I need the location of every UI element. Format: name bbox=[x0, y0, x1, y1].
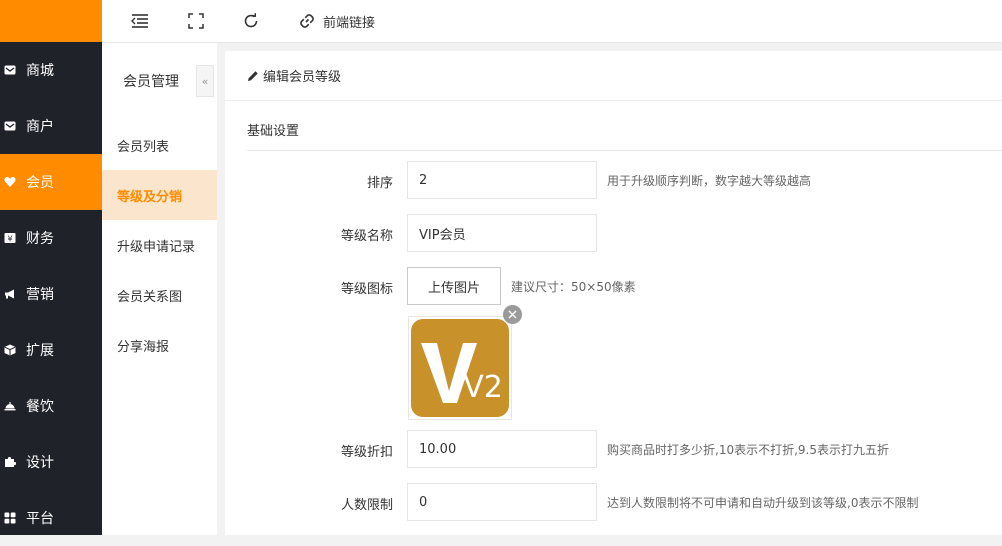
frontend-link-label: 前端链接 bbox=[323, 15, 376, 31]
refresh-icon bbox=[244, 13, 258, 28]
close-icon bbox=[508, 310, 517, 319]
v2-badge-text: V2 bbox=[463, 370, 503, 405]
sub-item-upgrade-records[interactable]: 升级申请记录 bbox=[102, 220, 217, 270]
panel-header: 编辑会员等级 bbox=[225, 51, 1002, 101]
menu-fold-button[interactable] bbox=[131, 0, 149, 42]
discount-tip: 购买商品时打多少折,10表示不打折,9.5表示打九五折 bbox=[607, 443, 889, 457]
level-name-label: 等级名称 bbox=[340, 229, 393, 244]
menu-fold-icon bbox=[131, 14, 148, 28]
v2-badge-image: V2 bbox=[411, 319, 509, 417]
nav-item-member[interactable]: 会员 bbox=[0, 154, 102, 210]
sub-item-label: 等级及分销 bbox=[117, 189, 183, 205]
nav-label: 餐饮 bbox=[26, 399, 54, 415]
sort-input[interactable]: 2 bbox=[407, 161, 597, 199]
cube-icon bbox=[4, 344, 16, 356]
sub-sidebar-header: 会员管理 « bbox=[102, 43, 217, 119]
nav-label: 商城 bbox=[26, 63, 54, 79]
envelope-icon bbox=[4, 120, 16, 132]
grid-icon bbox=[4, 512, 16, 524]
nav-label: 会员 bbox=[26, 175, 54, 191]
nav-item-merchant[interactable]: 商户 bbox=[0, 98, 102, 154]
level-name-value: VIP会员 bbox=[419, 227, 466, 243]
sub-item-label: 会员列表 bbox=[117, 139, 170, 155]
nav-label: 商户 bbox=[26, 119, 54, 135]
logo-area bbox=[0, 0, 102, 42]
sub-item-label: 会员关系图 bbox=[117, 289, 183, 305]
nav-label: 扩展 bbox=[26, 343, 54, 359]
nav-item-marketing[interactable]: 营销 bbox=[0, 266, 102, 322]
discount-label: 等级折扣 bbox=[340, 445, 393, 460]
level-icon-preview: V2 bbox=[408, 316, 512, 420]
envelope-icon bbox=[4, 64, 16, 76]
link-icon bbox=[300, 14, 314, 28]
refresh-button[interactable] bbox=[243, 0, 259, 42]
nav-item-mall[interactable]: 商城 bbox=[0, 42, 102, 98]
level-icon-tip: 建议尺寸：50×50像素 bbox=[511, 280, 636, 294]
discount-value: 10.00 bbox=[419, 441, 457, 457]
megaphone-icon bbox=[4, 288, 16, 300]
upload-image-button[interactable]: 上传图片 bbox=[407, 267, 501, 305]
sub-item-label: 升级申请记录 bbox=[117, 239, 196, 255]
double-chevron-left-icon: « bbox=[201, 74, 209, 88]
svg-text:¥: ¥ bbox=[7, 235, 12, 244]
nav-label: 营销 bbox=[26, 287, 54, 303]
puzzle-icon bbox=[4, 456, 16, 468]
nav-item-extension[interactable]: 扩展 bbox=[0, 322, 102, 378]
pencil-icon bbox=[247, 70, 259, 82]
edit-level-panel: 编辑会员等级 基础设置 排序 2 用于升级顺序判断，数字越大等级越高 等级名称 … bbox=[225, 51, 1002, 535]
nav-item-finance[interactable]: ¥ 财务 bbox=[0, 210, 102, 266]
nav-label: 平台 bbox=[26, 511, 54, 527]
member-limit-value: 0 bbox=[419, 494, 428, 510]
collapse-sidebar-button[interactable]: « bbox=[196, 65, 214, 97]
sub-item-member-list[interactable]: 会员列表 bbox=[102, 120, 217, 170]
sub-sidebar: 会员管理 « 会员列表 等级及分销 升级申请记录 会员关系图 分享海报 bbox=[102, 43, 217, 535]
level-icon-label: 等级图标 bbox=[340, 282, 393, 297]
section-title-label: 基础设置 bbox=[247, 124, 300, 139]
dish-icon bbox=[4, 400, 16, 412]
sort-value: 2 bbox=[419, 172, 428, 188]
upload-image-label: 上传图片 bbox=[427, 280, 480, 296]
nav-label: 财务 bbox=[26, 231, 54, 247]
sub-sidebar-title: 会员管理 bbox=[123, 74, 179, 90]
money-icon: ¥ bbox=[4, 232, 16, 244]
main-sidebar: 商城 商户 会员 ¥ 财务 营销 扩展 餐饮 设计 平台 bbox=[0, 42, 102, 535]
section-title: 基础设置 bbox=[247, 109, 1002, 151]
frontend-link-button[interactable]: 前端链接 bbox=[299, 0, 375, 42]
level-name-input[interactable]: VIP会员 bbox=[407, 214, 597, 252]
sub-item-label: 分享海报 bbox=[117, 339, 170, 355]
panel-title: 编辑会员等级 bbox=[263, 70, 342, 85]
nav-item-catering[interactable]: 餐饮 bbox=[0, 378, 102, 434]
fullscreen-button[interactable] bbox=[188, 0, 204, 42]
discount-input[interactable]: 10.00 bbox=[407, 430, 597, 468]
sub-item-level-distribution[interactable]: 等级及分销 bbox=[102, 170, 217, 220]
member-limit-label: 人数限制 bbox=[340, 498, 393, 513]
sort-label: 排序 bbox=[366, 176, 393, 191]
sub-item-share-poster[interactable]: 分享海报 bbox=[102, 320, 217, 370]
nav-label: 设计 bbox=[26, 455, 54, 471]
nav-item-design[interactable]: 设计 bbox=[0, 434, 102, 490]
sub-item-relationship-graph[interactable]: 会员关系图 bbox=[102, 270, 217, 320]
member-limit-tip: 达到人数限制将不可申请和自动升级到该等级,0表示不限制 bbox=[607, 496, 919, 510]
member-limit-input[interactable]: 0 bbox=[407, 483, 597, 521]
heart-icon bbox=[4, 176, 16, 188]
nav-item-platform[interactable]: 平台 bbox=[0, 490, 102, 546]
top-toolbar: 前端链接 bbox=[102, 0, 1002, 43]
sort-tip: 用于升级顺序判断，数字越大等级越高 bbox=[607, 174, 812, 188]
delete-image-button[interactable] bbox=[503, 305, 522, 324]
fullscreen-icon bbox=[188, 13, 204, 29]
